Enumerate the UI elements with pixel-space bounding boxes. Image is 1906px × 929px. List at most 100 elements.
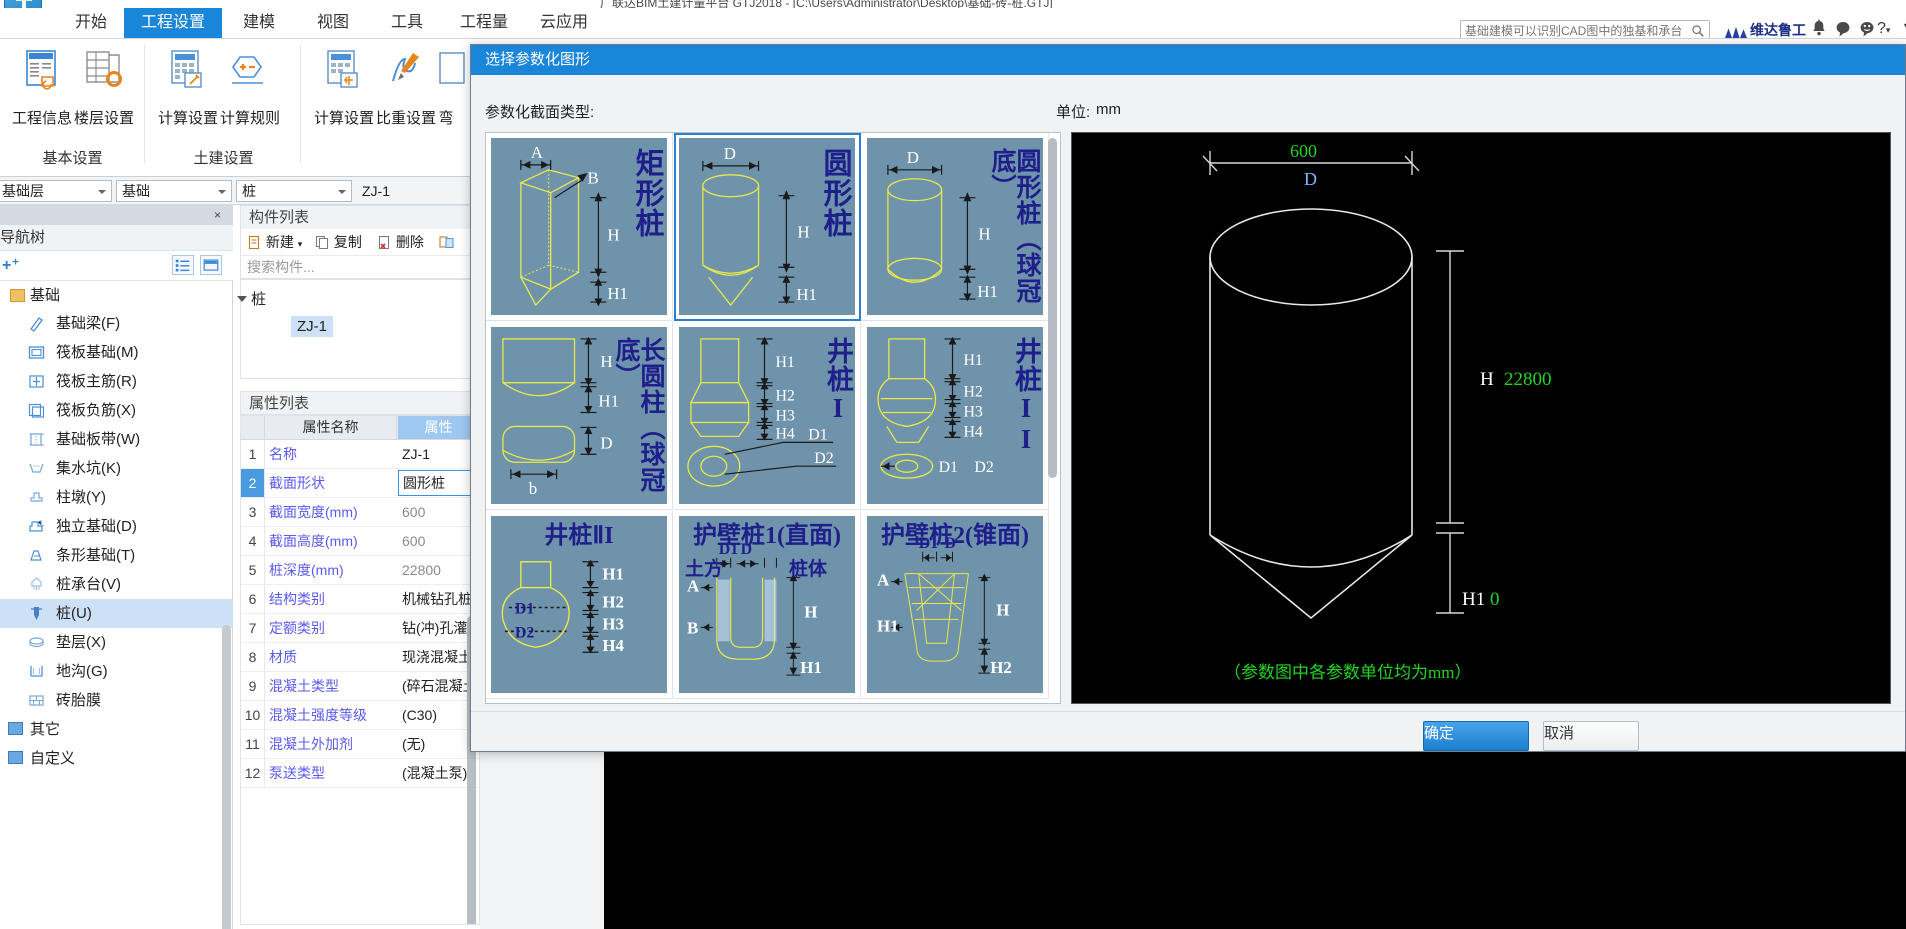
shape-cell-retaining-pile-2[interactable]: D1 D A H1 H H2 护壁桩2(锥面) <box>862 511 1049 699</box>
add-element-button[interactable]: +⁺ <box>2 255 20 275</box>
sidebar-item-foundation-band[interactable]: 基础板带(W) <box>0 425 233 454</box>
parametric-shape-dialog: 选择参数化图形 参数化截面类型: 单位: mm A B H H1 矩形桩 D H… <box>470 44 1906 752</box>
table-row[interactable]: 11 混凝土外加剂 (无) <box>241 730 479 759</box>
nav-scrollbar[interactable] <box>222 625 231 929</box>
ribbon-button-calc-rule[interactable]: 计算规则 <box>208 47 292 128</box>
sidebar-item-label: 桩承台(V) <box>56 576 121 593</box>
row-key: 定额类别 <box>269 620 325 636</box>
ok-button[interactable]: 确定 <box>1423 721 1529 751</box>
row-value[interactable]: 22800 <box>398 556 479 584</box>
shape-cell-retaining-pile-1[interactable]: D1 D A B H H1 护壁桩1(直面) 土方 桩体 <box>674 511 861 699</box>
component-tree-item[interactable]: ZJ-1 <box>291 316 333 337</box>
tab-modeling[interactable]: 建模 <box>226 8 292 38</box>
shape-grid-scrollbar[interactable] <box>1048 138 1057 478</box>
tab-cloud-apps[interactable]: 云应用 <box>528 8 600 38</box>
row-value[interactable]: 600 <box>398 527 479 555</box>
close-icon[interactable]: × <box>214 208 221 222</box>
message-icon[interactable] <box>1832 18 1854 40</box>
raft-negative-rebar-icon <box>28 403 45 418</box>
sidebar-item-label: 条形基础(T) <box>56 547 136 564</box>
sidebar-item-cushion[interactable]: 垫层(X) <box>0 628 233 657</box>
list-view-icon[interactable] <box>172 255 194 275</box>
row-key: 混凝土类型 <box>269 678 339 694</box>
table-row[interactable]: 2 截面形状 圆形桩 <box>241 469 479 498</box>
shape-cell-well-pile-3[interactable]: D1 D2 H1 H2 H3 H4 井桩ⅡI <box>486 511 673 699</box>
sidebar-item-raft-main-rebar[interactable]: 筏板主筋(R) <box>0 367 233 396</box>
tab-tools[interactable]: 工具 <box>374 8 440 38</box>
bell-icon[interactable] <box>1808 18 1830 40</box>
copy-component-button[interactable]: 复制 <box>315 232 362 252</box>
new-component-button[interactable]: 新建 ▾ <box>247 232 302 252</box>
shape-cell-round-pile-spherical[interactable]: D H H1 圆形桩（球冠底） <box>862 133 1049 321</box>
shape-preview[interactable]: 600 D H 22800 H1 0 （参数图中各参数单位均为mm） <box>1071 132 1891 704</box>
sidebar-item-strip-footing[interactable]: 条形基础(T) <box>0 541 233 570</box>
table-row[interactable]: 6 结构类别 机械钻孔桩 <box>241 585 479 614</box>
component-tree-group[interactable]: 桩 <box>237 288 266 309</box>
property-col-name: 属性名称 <box>265 416 397 439</box>
delete-component-button[interactable]: 删除 <box>377 232 424 252</box>
table-row[interactable]: 12 泵送类型 (混凝土泵) <box>241 759 479 788</box>
table-row[interactable]: 3 截面宽度(mm) 600 <box>241 498 479 527</box>
table-row[interactable]: 1 名称 ZJ-1 <box>241 440 479 469</box>
row-value[interactable]: 机械钻孔桩 <box>398 585 479 613</box>
layer-component-button[interactable] <box>439 232 455 252</box>
search-icon[interactable] <box>1691 24 1705 38</box>
ribbon-button-floor-settings[interactable]: 楼层设置 <box>62 47 146 128</box>
sidebar-item-trench[interactable]: 地沟(G) <box>0 657 233 686</box>
sidebar-item-raft-foundation[interactable]: 筏板基础(M) <box>0 338 233 367</box>
svg-text:A: A <box>531 143 544 162</box>
sidebar-item-column-pier[interactable]: 柱墩(Y) <box>0 483 233 512</box>
svg-text:D1: D1 <box>515 600 534 617</box>
element-selector[interactable]: 桩 <box>236 180 352 202</box>
shape-cell-rect-pile[interactable]: A B H H1 矩形桩 <box>486 133 673 321</box>
shirt-icon[interactable] <box>1901 18 1906 40</box>
shape-cell-long-cylinder[interactable]: H H1 D b 长圆柱（球冠底） <box>486 322 673 510</box>
sidebar-item-isolated-footing[interactable]: 独立基础(D) <box>0 512 233 541</box>
svg-text:H2: H2 <box>602 592 624 611</box>
sidebar-item-sump-pit[interactable]: 集水坑(K) <box>0 454 233 483</box>
category-selector[interactable]: 基础 <box>116 180 232 202</box>
row-value[interactable]: 圆形桩 <box>398 470 479 496</box>
row-value[interactable]: 600 <box>398 498 479 526</box>
table-row[interactable]: 8 材质 现浇混凝土 <box>241 643 479 672</box>
ribbon-button-bend[interactable]: 弯 <box>426 47 466 128</box>
shape-thumbnail: H1 H2 H3 H4 D1 D2 井桩I <box>679 327 855 504</box>
tab-view[interactable]: 视图 <box>300 8 366 38</box>
tree-root-foundation[interactable]: 基础 <box>0 283 233 309</box>
application-window: 广联达BIM土建计量平台 GTJ2018 - [C:\Users\Adminis… <box>0 0 1906 929</box>
cancel-button[interactable]: 取消 <box>1543 721 1639 751</box>
table-row[interactable]: 10 混凝土强度等级 (C30) <box>241 701 479 730</box>
table-row[interactable]: 5 桩深度(mm) 22800 <box>241 556 479 585</box>
ribbon-group-label: 基本设置 <box>42 150 103 167</box>
tab-project-settings[interactable]: 工程设置 <box>124 8 222 38</box>
table-row[interactable]: 7 定额类别 钻(冲)孔灌 <box>241 614 479 643</box>
sidebar-item-pile[interactable]: 桩(U) <box>0 599 233 628</box>
svg-text:B: B <box>687 618 698 637</box>
tab-quantity[interactable]: 工程量 <box>448 8 520 38</box>
preview-h1-value: 0 <box>1490 589 1500 610</box>
raft-main-rebar-icon <box>29 375 44 388</box>
tree-group-custom[interactable]: 自定义 <box>0 744 233 773</box>
shape-cell-round-pile[interactable]: D H H1 圆形桩 <box>674 133 861 321</box>
svg-text:D2: D2 <box>974 459 993 476</box>
sidebar-item-brick-formwork[interactable]: 砖胎膜 <box>0 686 233 715</box>
floor-selector[interactable]: 基础层 <box>0 180 112 202</box>
sidebar-item-raft-negative-rebar[interactable]: 筏板负筋(X) <box>0 396 233 425</box>
svg-text:H3: H3 <box>602 614 624 633</box>
shape-cell-well-pile-1[interactable]: H1 H2 H3 H4 D1 D2 井桩I <box>674 322 861 510</box>
row-value[interactable]: ZJ-1 <box>398 440 479 468</box>
help-icon[interactable]: ?▾ <box>1877 18 1899 40</box>
sidebar-item-pile-cap[interactable]: 桩承台(V) <box>0 570 233 599</box>
calc-rule-icon <box>223 47 277 99</box>
table-row[interactable]: 9 混凝土类型 (碎石混凝土) <box>241 672 479 701</box>
smiley-icon[interactable] <box>1856 18 1878 40</box>
shape-cell-well-pile-2[interactable]: H1 H2 H3 H4 D1 D2 井桩II <box>862 322 1049 510</box>
ribbon-label: 计算规则 <box>219 110 280 127</box>
grid-view-icon[interactable] <box>200 255 222 275</box>
sidebar-item-foundation-beam[interactable]: 基础梁(F) <box>0 309 233 338</box>
tree-group-other[interactable]: 其它 <box>0 715 233 744</box>
component-search-input[interactable]: 搜索构件... <box>240 255 480 279</box>
model-canvas[interactable] <box>604 744 1906 929</box>
tab-start[interactable]: 开始 <box>58 8 124 38</box>
table-row[interactable]: 4 截面高度(mm) 600 <box>241 527 479 556</box>
